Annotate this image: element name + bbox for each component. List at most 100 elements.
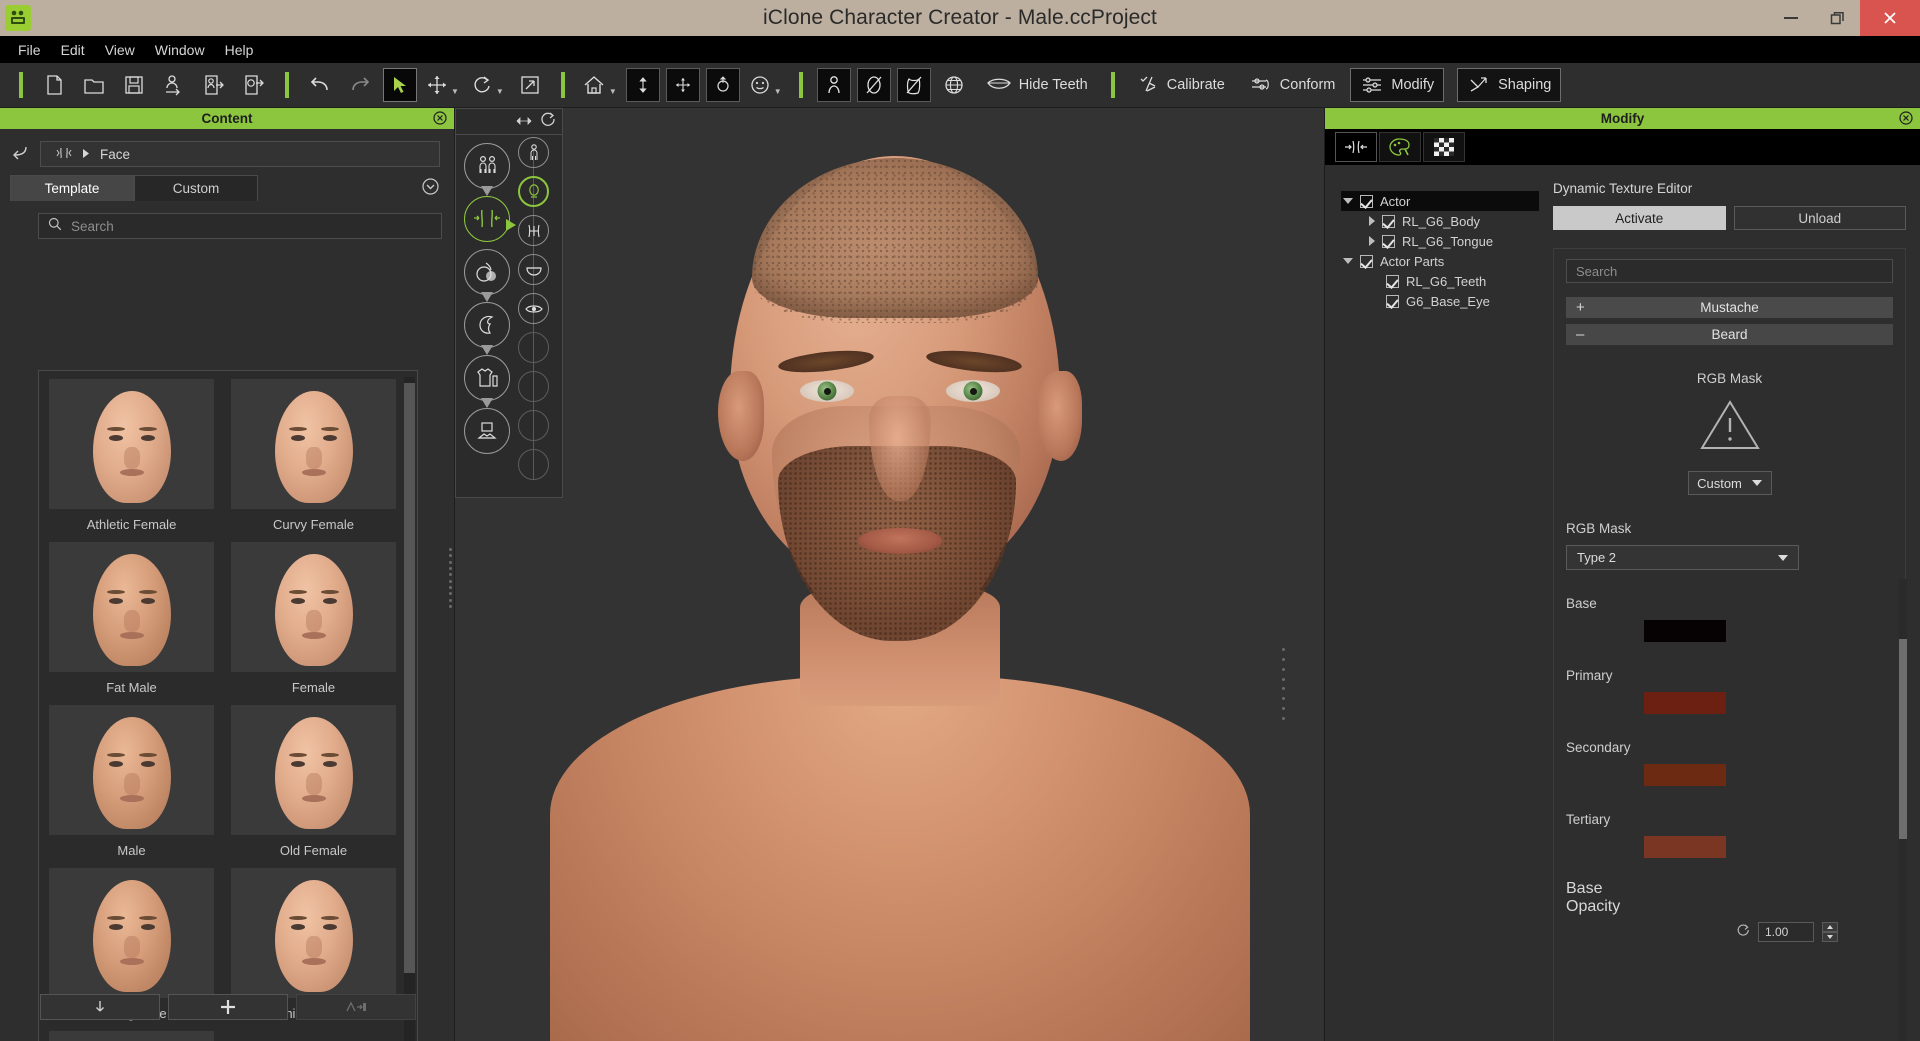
tab-custom[interactable]: Custom — [134, 175, 258, 201]
open-folder-icon[interactable] — [77, 68, 111, 102]
palette-icon[interactable] — [1379, 132, 1421, 162]
empty-slot-2-icon[interactable] — [518, 371, 549, 402]
home-icon[interactable]: ▼ — [579, 68, 620, 102]
content-search[interactable] — [38, 213, 442, 239]
person-load-icon[interactable] — [157, 68, 191, 102]
menu-file[interactable]: File — [8, 39, 51, 61]
checkbox[interactable] — [1382, 234, 1395, 248]
scrollbar-thumb[interactable] — [404, 383, 415, 973]
skin-icon[interactable] — [464, 249, 510, 302]
checkbox[interactable] — [1386, 274, 1399, 288]
spinner-up-icon[interactable] — [1822, 922, 1838, 932]
checkbox[interactable] — [1360, 194, 1373, 208]
empty-slot-4-icon[interactable] — [518, 449, 549, 480]
add-button[interactable] — [168, 994, 288, 1020]
cloth-hidden-icon[interactable] — [896, 68, 931, 102]
empty-slot-3-icon[interactable] — [518, 410, 549, 441]
tree-item-body[interactable]: RL_G6_Body — [1341, 211, 1539, 231]
chevron-right-icon[interactable] — [1369, 236, 1375, 246]
empty-slot-1-icon[interactable] — [518, 332, 549, 363]
accordion-beard[interactable]: – Beard — [1566, 324, 1893, 345]
conform-button[interactable]: Conform — [1240, 68, 1345, 102]
checkbox[interactable] — [1386, 294, 1399, 308]
object-export-icon[interactable] — [237, 68, 271, 102]
floating-category-toolbar[interactable] — [455, 108, 563, 498]
reset-circle-icon[interactable] — [540, 111, 556, 132]
reset-circle-icon[interactable] — [1736, 923, 1750, 942]
base-opacity-stepper[interactable] — [1822, 922, 1838, 942]
content-panel-close-icon[interactable] — [432, 110, 448, 129]
body-silhouette-icon[interactable] — [816, 68, 851, 102]
list-item[interactable]: Old Female — [231, 705, 396, 862]
dte-search-input[interactable] — [1576, 263, 1883, 279]
hide-teeth-button[interactable]: Hide Teeth — [977, 68, 1097, 102]
rgb-mask-type-select[interactable]: Type 2 — [1566, 545, 1799, 570]
move-cross-icon[interactable]: ▼ — [423, 68, 462, 102]
cursor-arrow-icon[interactable] — [383, 68, 417, 102]
redo-arrow-icon[interactable] — [343, 68, 377, 102]
undo-arrow-icon[interactable] — [303, 68, 337, 102]
horizontal-resize-icon[interactable] — [516, 113, 532, 131]
scale-corner-icon[interactable] — [513, 68, 547, 102]
checkbox[interactable] — [1382, 214, 1395, 228]
body-icon[interactable] — [464, 143, 510, 196]
character-model-render[interactable] — [470, 108, 1330, 1041]
preset-dropdown[interactable]: Custom — [1687, 471, 1772, 495]
chevron-down-circle-icon[interactable] — [421, 177, 440, 201]
smiley-face-icon[interactable]: ▼ — [746, 68, 785, 102]
menu-help[interactable]: Help — [215, 39, 264, 61]
calibrate-button[interactable]: Calibrate — [1129, 68, 1234, 102]
download-button[interactable] — [40, 994, 160, 1020]
eye-icon[interactable] — [518, 293, 549, 324]
restore-button[interactable] — [1814, 0, 1860, 36]
content-search-input[interactable] — [71, 218, 432, 234]
minimize-button[interactable] — [1768, 0, 1814, 36]
template-grid-scrollbar[interactable] — [404, 377, 415, 1041]
template-grid[interactable]: Athletic Female Curvy Female Fat Male Fe… — [38, 370, 418, 1041]
pan-frame-icon[interactable] — [665, 68, 700, 102]
face-morph-icon[interactable] — [464, 196, 516, 242]
checkbox[interactable] — [1360, 254, 1373, 268]
checker-texture-icon[interactable] — [1423, 132, 1465, 162]
activate-button[interactable]: Activate — [1553, 206, 1726, 230]
list-item[interactable]: Male — [49, 705, 214, 862]
head-icon[interactable] — [518, 176, 549, 207]
menu-window[interactable]: Window — [145, 39, 215, 61]
full-body-icon[interactable] — [518, 137, 549, 168]
list-item[interactable]: Curvy Female — [231, 379, 396, 536]
orbit-frame-icon[interactable] — [705, 68, 740, 102]
tree-item-teeth[interactable]: RL_G6_Teeth — [1341, 271, 1539, 291]
shaping-button[interactable]: Shaping — [1457, 68, 1562, 102]
chevron-down-icon[interactable] — [1343, 258, 1353, 264]
accordion-mustache[interactable]: + Mustache — [1566, 297, 1893, 318]
menu-edit[interactable]: Edit — [51, 39, 95, 61]
color-swatch-secondary[interactable] — [1644, 764, 1726, 786]
apply-button[interactable] — [296, 994, 416, 1020]
tree-item-tongue[interactable]: RL_G6_Tongue — [1341, 231, 1539, 251]
adjust-arrows-icon[interactable] — [1335, 132, 1377, 162]
viewport-resize-handle[interactable] — [1282, 648, 1288, 720]
modify-button[interactable]: Modify — [1350, 68, 1445, 102]
mouth-icon[interactable] — [518, 254, 549, 285]
close-button[interactable] — [1860, 0, 1920, 36]
tree-item-actor[interactable]: Actor — [1341, 191, 1539, 211]
unload-button[interactable]: Unload — [1733, 206, 1906, 230]
save-disk-icon[interactable] — [117, 68, 151, 102]
breadcrumb[interactable]: Face — [40, 141, 440, 167]
person-export-icon[interactable] — [197, 68, 231, 102]
back-arrow-icon[interactable] — [10, 144, 30, 165]
dte-scrollbar-thumb[interactable] — [1899, 639, 1907, 839]
tree-item-actor-parts[interactable]: Actor Parts — [1341, 251, 1539, 271]
content-panel-resize-handle[interactable] — [448, 548, 454, 608]
color-swatch-base[interactable] — [1644, 620, 1726, 642]
menu-view[interactable]: View — [95, 39, 145, 61]
tab-template[interactable]: Template — [10, 175, 134, 201]
accessory-icon[interactable] — [464, 408, 510, 454]
rotate-circle-icon[interactable]: ▼ — [468, 68, 507, 102]
modify-panel-close-icon[interactable] — [1898, 110, 1914, 129]
color-swatch-tertiary[interactable] — [1644, 836, 1726, 858]
dte-search[interactable] — [1566, 259, 1893, 283]
head-profile-icon[interactable] — [464, 302, 510, 355]
body-hidden-icon[interactable] — [856, 68, 891, 102]
chevron-down-icon[interactable] — [1343, 198, 1353, 204]
